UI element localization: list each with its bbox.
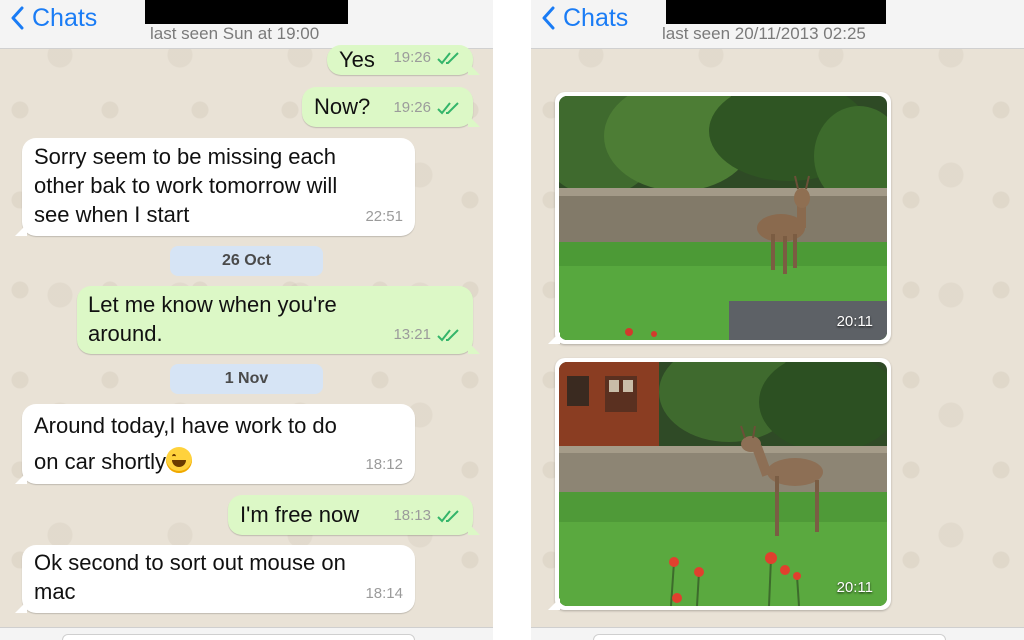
message-bubble-incoming[interactable]: Ok second to sort out mouse on mac 18:14 [15, 545, 415, 613]
double-check-icon [437, 328, 459, 341]
back-label: Chats [563, 3, 629, 32]
message-input[interactable] [593, 634, 946, 640]
double-check-icon [437, 101, 459, 114]
double-check-icon [437, 51, 459, 64]
message-time: 18:14 [365, 585, 403, 602]
message-text: Around today,I have work to do on car sh… [34, 413, 337, 474]
last-seen-status: last seen 20/11/2013 02:25 [662, 24, 866, 43]
back-to-chats-button[interactable]: Chats [541, 2, 628, 34]
chevron-left-icon [542, 6, 555, 30]
right-chat-panel: Chats last seen 20/11/2013 02:25 20:11 2… [531, 0, 1024, 640]
double-check-icon [437, 509, 459, 522]
photo-time: 20:11 [836, 313, 873, 330]
message-time: 19:26 [393, 49, 431, 66]
back-to-chats-button[interactable]: Chats [10, 2, 97, 34]
message-text: I'm free now [240, 502, 360, 527]
message-text: Yes [339, 47, 375, 72]
image-message-incoming[interactable]: 20:11 [548, 92, 891, 344]
message-input-bar [0, 627, 493, 640]
message-text: Ok second to sort out mouse on mac [34, 550, 346, 604]
message-input[interactable] [62, 634, 415, 640]
message-time: 22:51 [365, 208, 403, 225]
message-text: Let me know when you're around. [88, 292, 337, 346]
chat-nav-bar: Chats last seen Sun at 19:00 [0, 0, 493, 49]
message-bubble-incoming[interactable]: Around today,I have work to do on car sh… [15, 404, 415, 484]
message-time: 18:13 [393, 507, 431, 524]
message-bubble-incoming[interactable]: Sorry seem to be missing each other bak … [15, 138, 415, 236]
message-meta: 19:26 [393, 93, 461, 122]
redacted-contact-name [145, 0, 348, 24]
last-seen-status: last seen Sun at 19:00 [150, 24, 320, 43]
image-message-incoming[interactable]: 20:11 [548, 358, 891, 610]
deer-lawn-photo[interactable]: 20:11 [559, 362, 887, 606]
message-bubble-outgoing[interactable]: Yes 19:26 [327, 43, 480, 75]
photo-time: 20:11 [836, 579, 873, 596]
message-text: Sorry seem to be missing each other bak … [34, 144, 338, 227]
message-time: 18:12 [365, 456, 403, 473]
message-input-bar [531, 627, 1024, 640]
deer-garden-photo[interactable]: 20:11 [559, 96, 887, 340]
smile-emoji-icon [166, 447, 193, 473]
back-label: Chats [32, 3, 98, 32]
date-separator: 1 Nov [170, 364, 323, 394]
message-time: 19:26 [393, 99, 431, 116]
message-time: 13:21 [393, 326, 431, 343]
message-meta: 19:26 [393, 43, 461, 72]
date-separator: 26 Oct [170, 246, 323, 276]
left-chat-panel: Chats last seen Sun at 19:00 Yes 19:26 N… [0, 0, 493, 640]
message-bubble-outgoing[interactable]: Let me know when you're around. 13:21 [77, 286, 480, 354]
redacted-contact-name [666, 0, 886, 24]
message-text: Now? [314, 94, 371, 119]
message-bubble-outgoing[interactable]: Now? 19:26 [302, 87, 480, 127]
chat-nav-bar: Chats last seen 20/11/2013 02:25 [531, 0, 1024, 49]
message-bubble-outgoing[interactable]: I'm free now 18:13 [228, 495, 480, 535]
chevron-left-icon [11, 6, 24, 30]
message-meta: 18:13 [393, 501, 461, 530]
message-meta: 13:21 [393, 320, 461, 349]
